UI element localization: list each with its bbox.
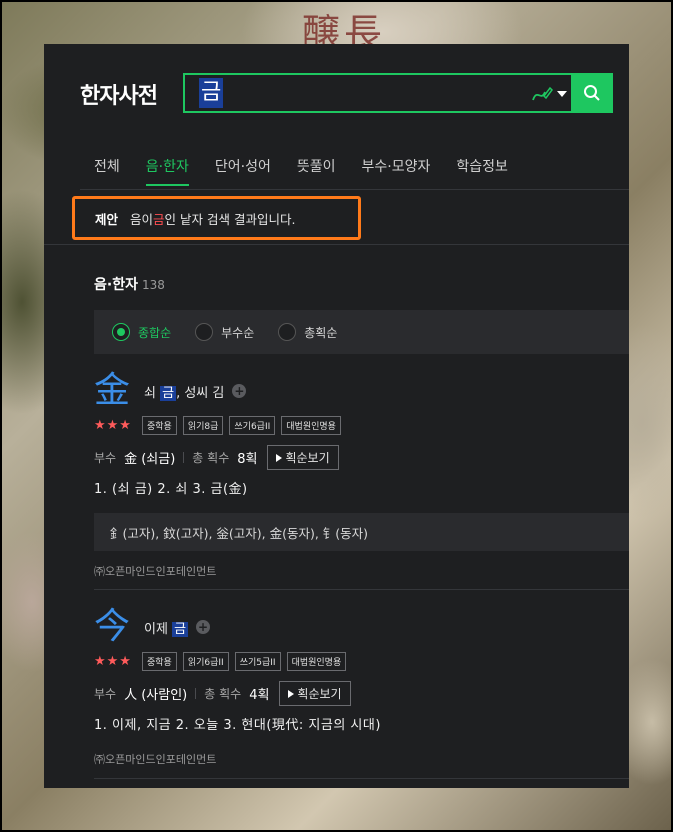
stroke-order-label: 획순보기 <box>285 451 330 465</box>
hanja-character[interactable]: 今 <box>94 609 130 645</box>
tab-radical-shape[interactable]: 부수·모양자 <box>361 156 430 186</box>
stroke-order-button[interactable]: 획순보기 <box>267 445 339 470</box>
entry-badges: ★★★ 중학용 읽기8급 쓰기6급II 대법원인명용 <box>94 416 629 435</box>
hanja-entry: 今 이제 금 + ★★★ 중학용 읽기6급II 쓰기5급II 대법원인명용 부수… <box>94 606 629 767</box>
hanja-entry: 金 쇠 금, 성씨 김 + ★★★ 중학용 읽기8급 쓰기6급II 대법원인명용… <box>94 370 629 579</box>
tab-bar: 전체 음·한자 단어·성어 뜻풀이 부수·모양자 학습정보 <box>94 156 534 186</box>
info-separator <box>183 452 185 463</box>
tab-divider <box>80 189 629 190</box>
section-title: 음·한자 138 <box>94 274 165 294</box>
meaning-post: , 성씨 김 <box>176 385 225 401</box>
entry-head: 今 이제 금 + <box>94 606 629 648</box>
badge: 대법원인명용 <box>281 416 341 435</box>
entry-info: 부수 金 (쇠금) 총 획수 8획 획순보기 <box>94 445 629 470</box>
stroke-order-button[interactable]: 획순보기 <box>279 681 351 706</box>
suggestion-text-before: 음이 <box>130 211 154 227</box>
suggestion-highlight: 금 <box>153 211 165 227</box>
section-title-text: 음·한자 <box>94 277 138 293</box>
definitions: 1. (쇠 금) 2. 쇠 3. 금(金) <box>94 482 248 497</box>
source-credit: ㈜오픈마인드인포테인먼트 <box>94 753 217 766</box>
entry-divider <box>94 589 629 590</box>
dictionary-logo[interactable]: 한자사전 <box>80 78 158 110</box>
entry-divider <box>94 778 629 779</box>
strokes-label: 총 획수 <box>204 687 242 701</box>
badge: 쓰기6급II <box>229 416 276 435</box>
handwriting-icon[interactable] <box>531 84 553 104</box>
radical-value: 金 (쇠금) <box>124 452 176 467</box>
section-count: 138 <box>141 278 165 292</box>
meaning-highlight: 금 <box>160 385 177 401</box>
sort-radical-radio[interactable]: 부수순 <box>195 323 254 341</box>
play-icon <box>276 453 283 462</box>
entry-info: 부수 人 (사람인) 총 획수 4획 획순보기 <box>94 681 629 706</box>
tab-sound-hanja[interactable]: 음·한자 <box>145 156 189 186</box>
rating-stars: ★★★ <box>94 654 132 669</box>
sort-overall-radio[interactable]: 종합순 <box>112 323 171 341</box>
sort-strokes-radio[interactable]: 총획순 <box>278 323 337 341</box>
rating-stars: ★★★ <box>94 418 132 433</box>
meaning-pre: 쇠 <box>144 385 161 401</box>
badge: 읽기6급II <box>182 652 229 671</box>
meaning-pre: 이제 <box>144 621 173 637</box>
tab-words-idioms[interactable]: 단어·성어 <box>215 156 271 186</box>
entry-badges: ★★★ 중학용 읽기6급II 쓰기5급II 대법원인명용 <box>94 652 629 671</box>
meaning-highlight: 금 <box>172 621 189 637</box>
stroke-order-label: 획순보기 <box>297 687 342 701</box>
search-box: 금 <box>183 73 613 113</box>
hanja-meaning: 이제 금 <box>144 618 189 637</box>
badge: 쓰기5급II <box>234 652 281 671</box>
tab-all[interactable]: 전체 <box>94 156 120 186</box>
search-icon <box>584 85 600 101</box>
hanja-meaning: 쇠 금, 성씨 김 <box>144 382 224 401</box>
variant-characters: 釒(고자), 鈫(고자), 釡(고자), 金(동자), 钅(동자) <box>94 513 629 551</box>
suggestion-tag: 제안 <box>95 211 119 227</box>
play-icon <box>288 689 295 698</box>
strokes-label: 총 획수 <box>192 451 230 465</box>
tab-meaning[interactable]: 뜻풀이 <box>297 156 336 186</box>
badge: 대법원인명용 <box>286 652 347 671</box>
suggest-divider <box>44 244 629 245</box>
suggestion-box: 제안 음이 금 인 낱자 검색 결과입니다. <box>72 196 361 240</box>
chevron-down-icon[interactable] <box>557 91 567 97</box>
hanja-character[interactable]: 金 <box>94 373 130 409</box>
sort-strokes-label: 총획순 <box>304 325 338 340</box>
definitions: 1. 이제, 지금 2. 오늘 3. 현대(現代: 지금의 시대) <box>94 718 381 733</box>
badge: 중학용 <box>141 652 177 671</box>
hanja-dictionary-panel: 한자사전 금 전체 음·한자 단어·성어 뜻풀이 부수·모양자 학습정보 제안 … <box>44 44 629 788</box>
radical-value: 人 (사람인) <box>124 688 188 703</box>
badge: 읽기8급 <box>182 416 224 435</box>
entry-head: 金 쇠 금, 성씨 김 + <box>94 370 629 412</box>
badge: 중학용 <box>141 416 177 435</box>
strokes-value: 4획 <box>249 688 270 703</box>
strokes-value: 8획 <box>237 452 258 467</box>
search-button[interactable] <box>571 73 613 113</box>
radical-label: 부수 <box>94 687 117 701</box>
search-input[interactable]: 금 <box>199 78 224 108</box>
radio-dot <box>112 323 130 341</box>
header: 한자사전 금 <box>44 44 629 144</box>
add-icon[interactable]: + <box>232 384 247 398</box>
radio-dot <box>195 323 214 341</box>
radical-label: 부수 <box>94 451 117 465</box>
sort-overall-label: 종합순 <box>138 325 172 340</box>
add-icon[interactable]: + <box>196 620 211 634</box>
suggestion-text-after: 인 낱자 검색 결과입니다. <box>164 211 296 227</box>
sort-radical-label: 부수순 <box>221 325 255 340</box>
sort-options: 종합순 부수순 총획순 <box>94 310 629 354</box>
radio-dot <box>278 323 297 341</box>
source-credit: ㈜오픈마인드인포테인먼트 <box>94 565 217 578</box>
info-separator <box>195 688 197 699</box>
tab-learning-info[interactable]: 학습정보 <box>456 156 508 186</box>
